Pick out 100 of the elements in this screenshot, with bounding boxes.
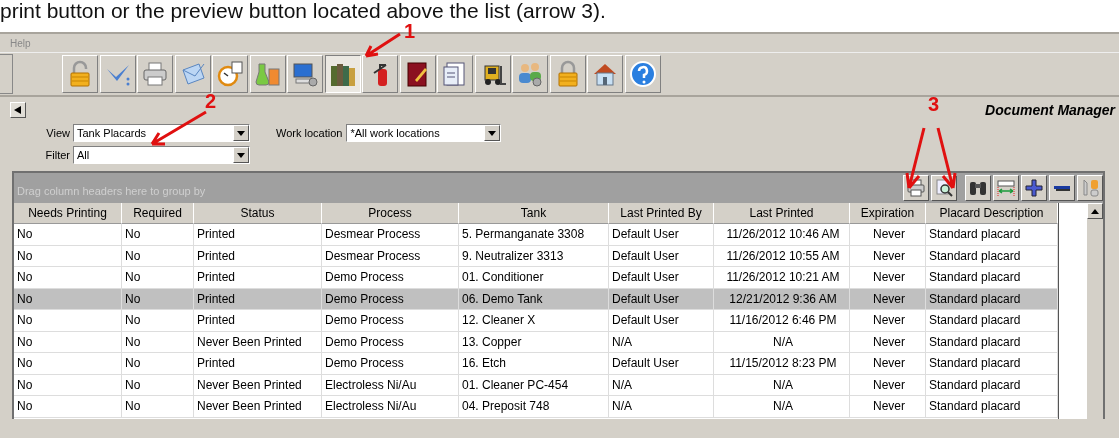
column-header[interactable]: Expiration — [850, 203, 926, 224]
table-cell: Default User — [609, 310, 714, 331]
table-cell: Electroless Ni/Au — [322, 374, 459, 395]
table-cell: Desmear Process — [322, 224, 459, 245]
table-cell: Electroless Ni/Au — [322, 396, 459, 417]
table-cell: N/A — [714, 374, 850, 395]
table-cell: Printed — [194, 353, 322, 374]
table-cell: 9. Neutralizer 3313 — [459, 245, 609, 266]
table-cell: 13. Copper — [459, 331, 609, 352]
column-header[interactable]: Tank — [459, 203, 609, 224]
column-header[interactable]: Process — [322, 203, 459, 224]
table-cell: N/A — [609, 396, 714, 417]
table-cell: Demo Process — [322, 288, 459, 309]
table-cell: No — [14, 224, 122, 245]
table-cell: Never — [850, 245, 926, 266]
work-location-dropdown[interactable]: *All work locations — [346, 124, 502, 142]
table-cell: No — [14, 331, 122, 352]
table-cell: Standard placard — [926, 267, 1058, 288]
column-header[interactable]: Required — [122, 203, 194, 224]
stopwatch-icon — [216, 60, 244, 88]
table-cell: 11/26/2012 10:21 AM — [714, 267, 850, 288]
help-icon — [628, 60, 657, 88]
table-row[interactable]: No No Printed Demo Process 16. Etch Default User 11/15/2012 8:23 PM Never Standard placard — [14, 353, 1058, 375]
table-row[interactable]: No No Printed Demo Process 01. Conditioner Default User 11/26/2012 10:21 AM Never Standard placard — [14, 267, 1058, 289]
table-cell: No — [14, 353, 122, 374]
table-cell: Never — [850, 331, 926, 352]
table-cell: Printed — [194, 310, 322, 331]
table-row[interactable]: No No Never Been Printed Demo Process 13. Copper N/A N/A Never Standard placard — [14, 331, 1058, 353]
table-cell: No — [122, 224, 194, 245]
collapse-button[interactable] — [10, 102, 26, 118]
column-header[interactable]: Last Printed By — [609, 203, 714, 224]
table-cell: Never — [850, 288, 926, 309]
table-cell: Default User — [609, 353, 714, 374]
table-cell: Default User — [609, 245, 714, 266]
field-label: Filter — [44, 149, 71, 161]
column-header[interactable]: Last Printed — [714, 203, 850, 224]
view-dropdown[interactable]: Tank Placards — [73, 124, 250, 142]
table-cell: No — [122, 331, 194, 352]
table-cell: N/A — [609, 331, 714, 352]
table-cell: No — [122, 267, 194, 288]
table-cell: Demo Process — [322, 267, 459, 288]
table-cell: 11/16/2012 6:46 PM — [714, 310, 850, 331]
column-header[interactable]: Needs Printing — [14, 203, 122, 224]
table-row[interactable]: No No Printed Demo Process 12. Cleaner X Default User 11/16/2012 6:46 PM Never Standard placard — [14, 310, 1058, 332]
column-header[interactable]: Placard Description — [926, 203, 1058, 224]
table-cell: Never Been Printed — [194, 396, 322, 417]
table-cell: No — [14, 267, 122, 288]
table-cell: No — [122, 288, 194, 309]
table-cell: 11/26/2012 10:46 AM — [714, 224, 850, 245]
scroll-up-button[interactable] — [1087, 203, 1103, 219]
left-arrow-icon — [14, 106, 22, 114]
table-cell: N/A — [714, 331, 850, 352]
magnifier-icon — [934, 178, 954, 198]
settings-button[interactable] — [1077, 175, 1103, 201]
table-cell: Standard placard — [926, 288, 1058, 309]
column-header[interactable]: Status — [194, 203, 322, 224]
table-cell: 11/15/2012 8:23 PM — [714, 353, 850, 374]
find-button[interactable] — [965, 175, 991, 201]
fit-columns-button[interactable] — [993, 175, 1019, 201]
field-label: View — [45, 127, 71, 139]
annotation-arrow — [148, 110, 208, 148]
up-arrow-icon — [1091, 208, 1099, 214]
table-row[interactable]: No No Never Been Printed Electroless Ni/Au 04. Preposit 748 N/A N/A Never Standard placard — [14, 396, 1058, 418]
dropdown-arrow-icon — [237, 152, 245, 158]
table-cell: No — [122, 245, 194, 266]
flask-icon — [253, 60, 282, 88]
annotation-arrows — [904, 126, 958, 192]
table-cell: N/A — [609, 374, 714, 395]
toolbar-button[interactable] — [324, 55, 361, 93]
table-cell: Never Been Printed — [194, 331, 322, 352]
table-cell: Standard placard — [926, 374, 1058, 395]
scrollbar[interactable] — [1087, 203, 1103, 419]
panel-title: Document Manager — [985, 102, 1115, 118]
table-cell: No — [122, 396, 194, 417]
table-cell: Default User — [609, 267, 714, 288]
expand-button[interactable] — [1021, 175, 1047, 201]
table-cell: Never Been Printed — [194, 374, 322, 395]
table-cell: Never — [850, 374, 926, 395]
table-row[interactable]: No No Printed Demo Process 06. Demo Tank Default User 12/21/2012 9:36 AM Never Standard placard — [14, 288, 1058, 310]
users-icon — [516, 60, 544, 88]
table-cell: 11/26/2012 10:55 AM — [714, 245, 850, 266]
table-cell: No — [14, 288, 122, 309]
printer-icon — [141, 60, 169, 88]
minus-icon — [1054, 185, 1070, 191]
dropdown-arrow-icon — [488, 130, 497, 136]
table-cell: Printed — [194, 288, 322, 309]
table-cell: No — [122, 310, 194, 331]
table-cell: No — [122, 353, 194, 374]
filter-dropdown[interactable]: All — [73, 146, 250, 164]
table-row[interactable]: No No Printed Desmear Process 9. Neutralizer 3313 Default User 11/26/2012 10:55 AM Never Standard placard — [14, 245, 1058, 267]
table-cell: Standard placard — [926, 245, 1058, 266]
collapse-button[interactable] — [1049, 175, 1075, 201]
table-row[interactable]: No No Never Been Printed Electroless Ni/Au 01. Cleaner PC-454 N/A N/A Never Standard placard — [14, 374, 1058, 396]
table-cell: Demo Process — [322, 310, 459, 331]
table-cell: No — [14, 374, 122, 395]
table-row[interactable]: No No Printed Desmear Process 5. Permanganate 3308 Default User 11/26/2012 10:46 AM Never Standard placard — [14, 224, 1058, 246]
table-cell: Standard placard — [926, 331, 1058, 352]
resize-icon — [996, 178, 1016, 198]
table-cell: 12. Cleaner X — [459, 310, 609, 331]
table-cell: No — [14, 310, 122, 331]
